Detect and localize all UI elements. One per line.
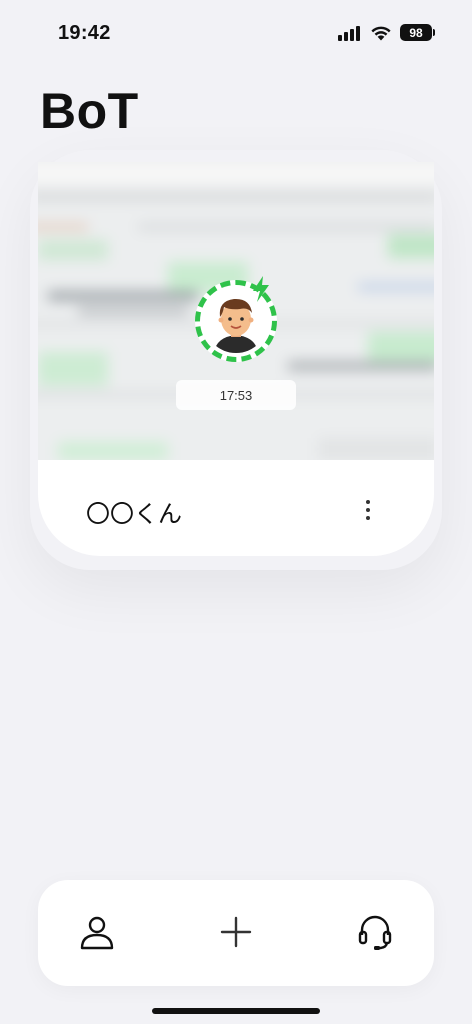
headset-icon xyxy=(358,915,392,950)
home-indicator[interactable] xyxy=(152,1008,320,1014)
timestamp: 17:53 xyxy=(176,380,296,410)
card-footer: 〇〇くん xyxy=(38,460,434,556)
bot-card[interactable]: 17:53 〇〇くん xyxy=(38,162,434,556)
card-preview[interactable]: 17:53 xyxy=(38,162,434,460)
profile-button[interactable] xyxy=(75,910,119,954)
add-button[interactable] xyxy=(214,910,258,954)
wifi-icon xyxy=(371,26,391,40)
more-vertical-icon[interactable] xyxy=(354,490,382,530)
support-button[interactable] xyxy=(353,910,397,954)
person-icon xyxy=(80,916,114,950)
plus-icon xyxy=(220,916,252,948)
avatar xyxy=(195,276,277,362)
battery-icon: 98 xyxy=(400,24,435,41)
card-name: 〇〇くん xyxy=(86,500,182,528)
status-icons: 98 xyxy=(338,24,435,41)
status-time: 19:42 xyxy=(58,22,111,44)
signal-icon xyxy=(338,25,362,41)
bottom-nav xyxy=(38,880,434,986)
page-title: BoT xyxy=(40,83,139,139)
lightning-bolt-icon xyxy=(253,276,269,302)
status-bar: 19:42 98 xyxy=(0,0,472,70)
